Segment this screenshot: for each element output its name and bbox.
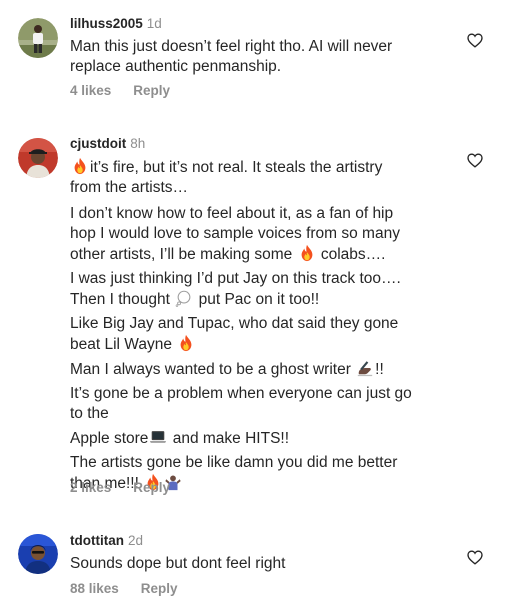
- comment-text-line: beat Lil Wayne: [70, 336, 177, 353]
- comment-actions: 4 likes Reply: [70, 83, 170, 99]
- comment-text-line: Man I always wanted to be a ghost writer: [70, 361, 356, 378]
- comment-text-line: to the: [70, 405, 109, 422]
- comment-text-line: Apple store: [70, 430, 149, 447]
- comment-header: cjustdoit 8h: [70, 136, 145, 152]
- username[interactable]: tdottitan: [70, 533, 124, 548]
- reply-button[interactable]: Reply: [141, 581, 178, 596]
- comment-text-line: The artists gone be like damn you did me…: [70, 454, 398, 471]
- comment-text-line: Like Big Jay and Tupac, who dat said the…: [70, 315, 399, 332]
- comment-text-line: and make HITS!!: [168, 430, 290, 447]
- comment-text: it’s fire, but it’s not real. It steals …: [70, 157, 454, 494]
- comment-actions: 88 likes Reply: [70, 581, 178, 597]
- comment-text-line: replace authentic penmanship.: [70, 58, 282, 75]
- username[interactable]: lilhuss2005: [70, 16, 143, 31]
- avatar[interactable]: [18, 138, 58, 178]
- comment-text: Sounds dope but dont feel right: [70, 554, 454, 574]
- comment-time: 1d: [146, 16, 162, 31]
- laptop-icon: [149, 428, 167, 446]
- username[interactable]: cjustdoit: [70, 136, 126, 151]
- comment-text-line: colabs….: [316, 246, 386, 263]
- avatar[interactable]: [18, 18, 58, 58]
- reply-button[interactable]: Reply: [133, 83, 170, 98]
- thought-bubble-icon: [175, 289, 193, 307]
- writing-hand-icon: [356, 359, 374, 377]
- comment-text: Man this just doesn’t feel right tho. AI…: [70, 37, 454, 77]
- avatar[interactable]: [18, 534, 58, 574]
- comment-time: 8h: [130, 136, 146, 151]
- comment-text-line: put Pac on it too!!: [194, 291, 320, 308]
- comment-text-line: other artists, I’ll be making some: [70, 246, 297, 263]
- heart-outline-icon[interactable]: [467, 33, 483, 48]
- comment-text-line: hop I would love to sample voices from s…: [70, 225, 400, 242]
- fire-emoji-icon: [71, 157, 89, 175]
- comment-text-line: !!: [375, 361, 384, 378]
- reply-button[interactable]: Reply: [133, 480, 170, 495]
- comment-text-line: It’s gone be a problem when everyone can…: [70, 385, 412, 402]
- comment-text-line: Sounds dope but dont feel right: [70, 555, 286, 572]
- likes-count[interactable]: 4 likes: [70, 83, 111, 98]
- comment-time: 2d: [127, 533, 144, 548]
- likes-count[interactable]: 2 likes: [70, 480, 111, 495]
- fire-emoji-icon: [177, 334, 195, 352]
- comment-header: lilhuss2005 1d: [70, 16, 162, 32]
- comment-actions: 2 likes Reply: [70, 480, 170, 496]
- comment-text-line: Then I thought: [70, 291, 175, 308]
- likes-count[interactable]: 88 likes: [70, 581, 119, 596]
- comment-text-line: I don’t know how to feel about it, as a …: [70, 205, 394, 222]
- heart-outline-icon[interactable]: [467, 550, 483, 565]
- comment-text-line: Man this just doesn’t feel right tho. AI…: [70, 38, 393, 55]
- comment-text-line: I was just thinking I’d put Jay on this …: [70, 270, 401, 287]
- heart-outline-icon[interactable]: [467, 153, 483, 168]
- comment-header: tdottitan 2d: [70, 533, 143, 549]
- fire-emoji-icon: [298, 244, 316, 262]
- comment-text-line: it’s fire, but it’s not real. It steals …: [90, 159, 383, 176]
- comment-text-line: from the artists…: [70, 179, 188, 196]
